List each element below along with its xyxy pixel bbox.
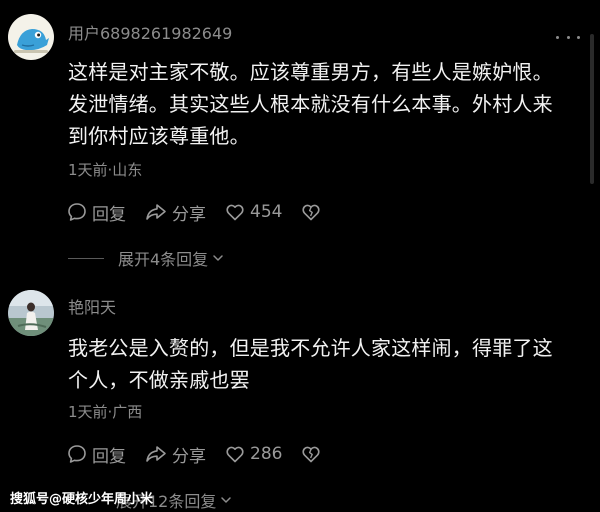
like-count: 454 <box>250 202 283 222</box>
comment-bubble-icon <box>68 445 86 463</box>
expand-replies-button[interactable]: 展开4条回复 <box>68 248 225 269</box>
chevron-down-icon <box>213 255 223 261</box>
share-label: 分享 <box>172 204 206 225</box>
comment-actions: 回复 分享 454 <box>66 199 344 225</box>
reply-label: 回复 <box>92 204 126 225</box>
avatar[interactable] <box>8 14 54 60</box>
comment-bubble-icon <box>68 203 86 221</box>
like-button[interactable]: 454 <box>224 199 282 225</box>
divider-line <box>68 257 104 259</box>
share-button[interactable]: 分享 <box>144 199 206 225</box>
comment-actions: 回复 分享 286 <box>66 441 344 467</box>
comment-item: 用户6898261982649 这样是对主家不敬。应该尊重男方，有些人是嫉妒恨。… <box>0 0 600 280</box>
comment-meta: 1天前·山东 <box>68 161 143 179</box>
comment-text: 这样是对主家不敬。应该尊重男方，有些人是嫉妒恨。发泄情绪。其实这些人根本就没有什… <box>68 60 553 148</box>
watermark: 搜狐号@硬核少年周小米 <box>10 492 154 507</box>
like-count: 286 <box>250 444 283 464</box>
avatar[interactable] <box>8 290 54 336</box>
comment-meta: 1天前·广西 <box>68 403 143 421</box>
like-button[interactable]: 286 <box>224 441 282 467</box>
dislike-button[interactable] <box>300 441 326 467</box>
heart-icon <box>226 204 244 221</box>
chevron-down-icon <box>221 497 232 503</box>
reply-button[interactable]: 回复 <box>66 199 126 225</box>
share-arrow-icon <box>146 446 166 462</box>
more-options-icon[interactable] <box>556 32 580 42</box>
share-arrow-icon <box>146 204 166 220</box>
photo-avatar-icon <box>8 290 54 336</box>
comment-text: 我老公是入赘的，但是我不允许人家这样闹，得罪了这个人，不做亲戚也罢 <box>68 336 553 392</box>
heart-icon <box>226 446 244 463</box>
username[interactable]: 用户6898261982649 <box>68 20 232 44</box>
expand-replies-label: 展开4条回复 <box>118 250 209 269</box>
broken-heart-icon <box>302 446 321 463</box>
dislike-button[interactable] <box>300 199 326 225</box>
share-button[interactable]: 分享 <box>144 441 206 467</box>
username[interactable]: 艳阳天 <box>68 294 116 318</box>
cartoon-avatar-icon <box>8 14 54 60</box>
comment-item: 艳阳天 我老公是入赘的，但是我不允许人家这样闹，得罪了这个人，不做亲戚也罢 1天… <box>0 280 600 511</box>
reply-label: 回复 <box>92 446 126 467</box>
share-label: 分享 <box>172 446 206 467</box>
reply-button[interactable]: 回复 <box>66 441 126 467</box>
broken-heart-icon <box>302 204 321 221</box>
